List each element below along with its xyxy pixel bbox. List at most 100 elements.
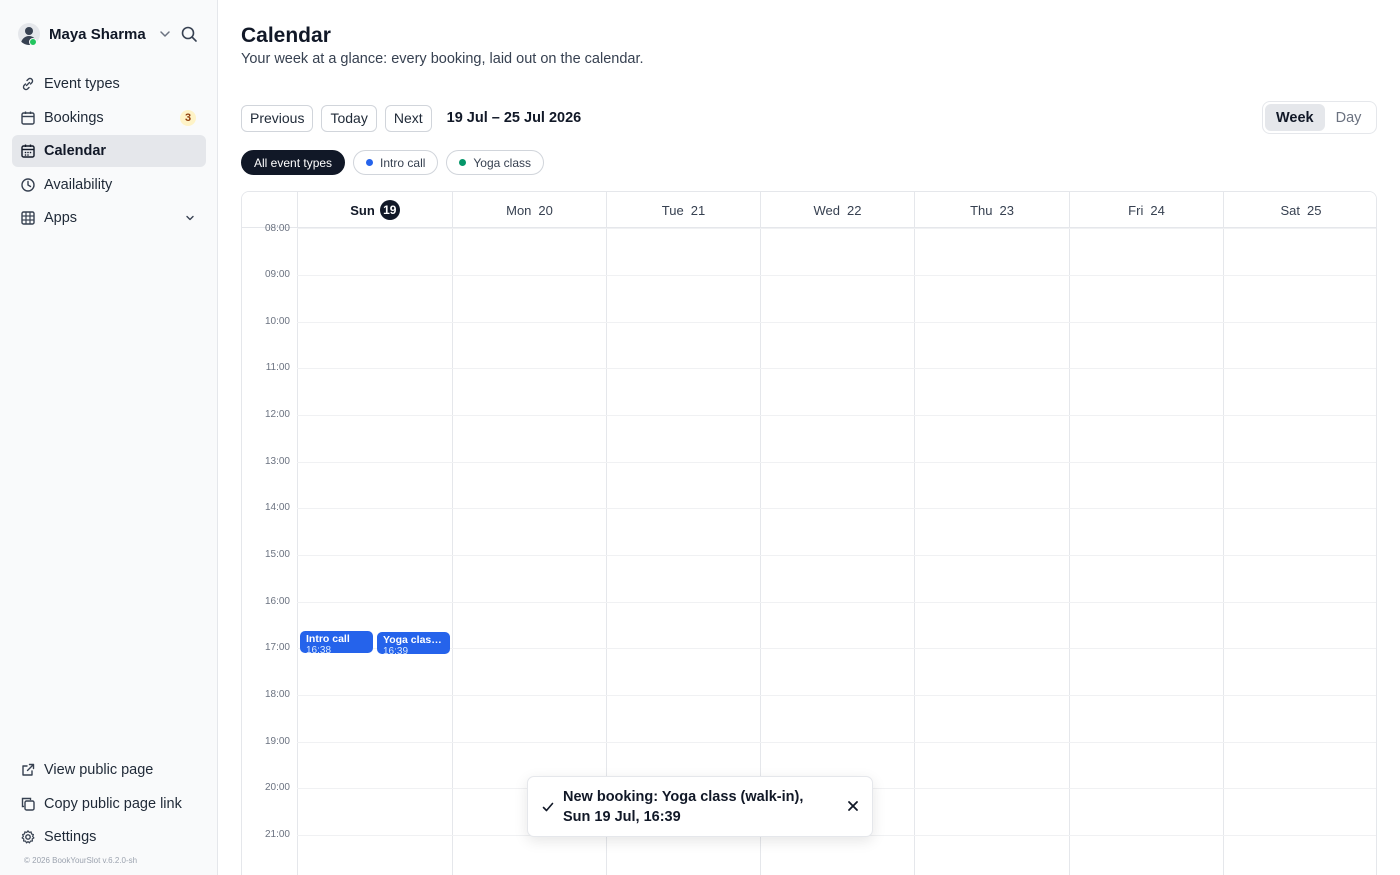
chevron-down-icon <box>186 215 194 221</box>
time-label: 10:00 <box>264 316 290 327</box>
day-header-fri: Fri 24 <box>1069 192 1223 228</box>
column-divider <box>1069 228 1070 875</box>
external-link-icon <box>22 763 35 776</box>
day-name: Mon <box>506 202 532 218</box>
bookings-count-badge: 3 <box>180 109 196 126</box>
sidebar-item-event-types[interactable]: Event types <box>12 68 206 100</box>
day-name: Fri <box>1128 202 1144 218</box>
sidebar-item-label: View public page <box>44 762 154 778</box>
sidebar-item-apps[interactable]: Apps <box>12 202 206 234</box>
day-header-tue: Tue 21 <box>606 192 760 228</box>
check-icon <box>542 802 554 812</box>
calendar-icon <box>21 111 35 125</box>
day-number: 23 <box>999 202 1014 218</box>
previous-button[interactable]: Previous <box>241 104 314 132</box>
day-name: Tue <box>661 202 684 218</box>
event-yoga-class[interactable]: Yoga class (walk-in) 16:39 <box>377 632 450 654</box>
day-header-sun: Sun 19 <box>297 192 452 228</box>
online-status-dot <box>29 38 37 46</box>
sidebar-item-label: Calendar <box>44 143 107 159</box>
hour-line <box>297 228 1376 229</box>
close-icon[interactable] <box>846 799 860 813</box>
toast-message: New booking: Yoga class (walk-in), Sun 1… <box>563 789 804 825</box>
copyright-text: © 2026 BookYourSlot v.6.2.0-sh <box>24 856 138 865</box>
column-divider <box>297 228 298 875</box>
filter-label: Yoga class <box>473 155 532 170</box>
filter-yoga-class[interactable]: Yoga class <box>446 150 545 175</box>
hour-line <box>297 275 1376 276</box>
view-public-page-link[interactable]: View public page <box>12 754 206 786</box>
column-divider <box>914 228 915 875</box>
copy-public-page-link-button[interactable]: Copy public page link <box>12 788 206 820</box>
time-label: 13:00 <box>264 456 290 467</box>
booking-toast: New booking: Yoga class (walk-in), Sun 1… <box>527 776 873 837</box>
filter-all-event-types[interactable]: All event types <box>241 150 346 175</box>
hour-line <box>297 415 1376 416</box>
chevron-down-icon <box>159 31 170 37</box>
day-header-sat: Sat 25 <box>1223 192 1376 228</box>
week-view-button[interactable]: Week <box>1265 104 1325 131</box>
event-title: Yoga class (walk-in) <box>383 634 444 646</box>
hour-line <box>297 322 1376 323</box>
time-label: 09:00 <box>264 269 290 280</box>
event-intro-call[interactable]: Intro call 16:38 <box>300 631 373 653</box>
time-label: 20:00 <box>264 782 290 793</box>
column-divider <box>1223 228 1224 875</box>
filter-intro-call[interactable]: Intro call <box>353 150 439 175</box>
time-label: 18:00 <box>264 689 290 700</box>
page-subtitle: Your week at a glance: every booking, la… <box>241 51 644 67</box>
date-range-label: 19 Jul – 25 Jul 2026 <box>446 110 582 126</box>
sidebar-item-label: Apps <box>44 210 78 226</box>
hour-line <box>297 555 1376 556</box>
sidebar-item-settings[interactable]: Settings <box>12 821 206 853</box>
day-name: Sat <box>1280 202 1301 218</box>
gear-icon <box>21 830 35 844</box>
sidebar-item-calendar[interactable]: Calendar <box>12 135 206 167</box>
hour-line <box>297 368 1376 369</box>
column-divider <box>452 228 453 875</box>
event-time: 16:39 <box>383 646 409 654</box>
sidebar-item-bookings[interactable]: Bookings 3 <box>12 102 206 134</box>
event-time: 16:38 <box>306 645 332 653</box>
hour-line <box>297 742 1376 743</box>
day-name: Thu <box>970 202 993 218</box>
user-menu[interactable]: Maya Sharma <box>12 20 206 48</box>
day-view-button[interactable]: Day <box>1325 104 1373 131</box>
color-dot <box>459 159 467 166</box>
calendar-day-headers: Sun 19 Mon 20 Tue 21 Wed 22 Thu 23 Fri 2… <box>242 192 1376 228</box>
day-header-mon: Mon 20 <box>452 192 606 228</box>
event-type-filters: All event types Intro call Yoga class <box>241 150 552 175</box>
color-dot <box>366 159 374 166</box>
time-label: 14:00 <box>264 502 290 513</box>
next-button[interactable]: Next <box>384 104 432 132</box>
day-number: 20 <box>538 202 553 218</box>
day-number: 24 <box>1150 202 1165 218</box>
hour-line <box>297 508 1376 509</box>
filter-label: Intro call <box>380 155 426 170</box>
sidebar: Maya Sharma Event types Bookings 3 Calen… <box>0 0 218 875</box>
hour-line <box>297 648 1376 649</box>
sidebar-bottom-nav: View public page Copy public page link S… <box>12 754 206 855</box>
day-number: 25 <box>1307 202 1322 218</box>
sidebar-item-label: Copy public page link <box>44 795 182 812</box>
time-label: 16:00 <box>264 596 290 607</box>
time-label: 15:00 <box>264 549 290 560</box>
page-title: Calendar <box>241 24 331 47</box>
today-button[interactable]: Today <box>321 104 377 132</box>
day-name: Sun <box>350 202 375 218</box>
sidebar-item-availability[interactable]: Availability <box>12 169 206 201</box>
day-number: 21 <box>690 202 706 218</box>
search-icon[interactable] <box>180 25 198 43</box>
hour-line <box>297 462 1376 463</box>
link-icon <box>22 77 34 91</box>
hour-line <box>297 602 1376 603</box>
view-toggle: Week Day <box>1262 101 1377 134</box>
main-content: Calendar Your week at a glance: every bo… <box>218 0 1400 875</box>
calendar-toolbar: Previous Today Next 19 Jul – 25 Jul 2026 <box>241 104 581 132</box>
time-label: 21:00 <box>264 829 290 840</box>
time-label: 19:00 <box>264 736 290 747</box>
sidebar-item-label: Availability <box>44 176 113 193</box>
day-header-thu: Thu 23 <box>914 192 1069 228</box>
event-title: Intro call <box>306 633 350 645</box>
sidebar-item-label: Event types <box>44 76 120 92</box>
